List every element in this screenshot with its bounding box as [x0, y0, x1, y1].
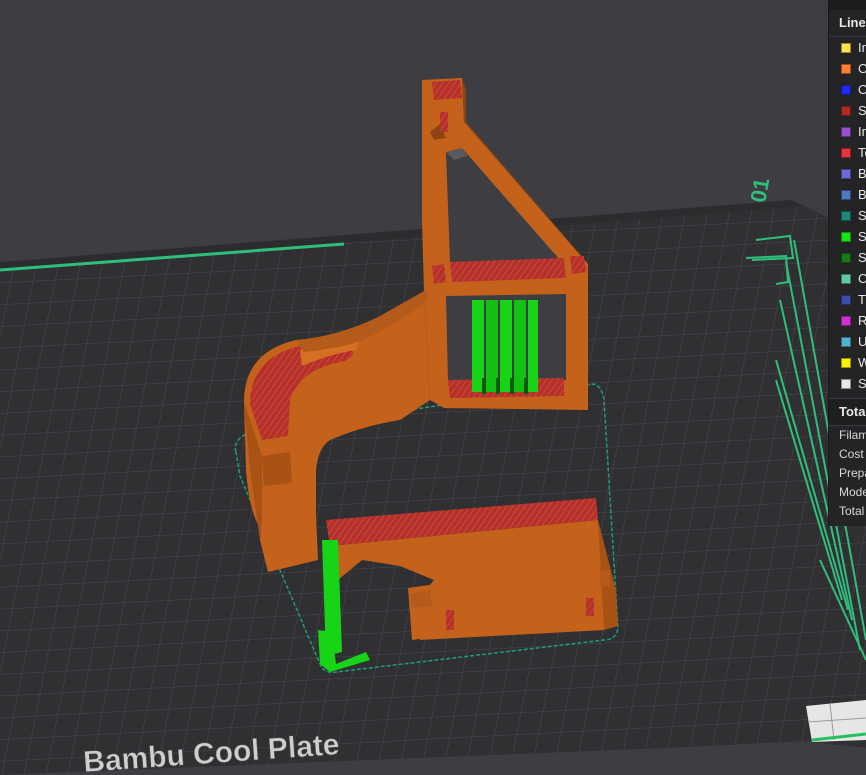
legend-swatch	[841, 63, 851, 74]
legend-swatch	[841, 126, 851, 137]
legend-item[interactable]: Travel	[829, 289, 866, 310]
legend-list: Inner wall Outer wallOverhang wall Sparse …	[829, 37, 866, 394]
legend-item-label: Skirt	[858, 208, 866, 223]
totals-row: Filament	[839, 428, 866, 442]
legend-item-label: Unretract	[858, 331, 866, 352]
totals-row: Prepare time	[839, 466, 866, 480]
panel-top-bar[interactable]	[829, 0, 866, 10]
legend-item-label: Internal solid infill	[858, 124, 866, 139]
legend-header: Line Type	[829, 10, 866, 37]
totals-row: Model printing time	[839, 485, 866, 499]
legend-swatch	[841, 294, 851, 305]
legend-item-label: Overhang wall	[858, 79, 866, 100]
legend-swatch	[841, 147, 851, 158]
legend-item-label: Outer wall	[858, 58, 866, 79]
legend-swatch	[841, 189, 851, 200]
legend-swatch	[841, 210, 851, 221]
legend-item-label: Sparse infill	[858, 103, 866, 118]
legend-swatch	[841, 42, 851, 53]
legend-item[interactable]: Bottom surface	[829, 163, 866, 184]
legend-swatch	[841, 84, 851, 95]
legend-item-label: Custom	[858, 268, 866, 289]
legend-item[interactable]: Inner wall	[829, 37, 866, 58]
legend-item[interactable]: Sparse infill	[829, 100, 866, 121]
legend-swatch	[841, 168, 851, 179]
legend-item-label: Wipe	[858, 352, 866, 373]
legend-swatch	[841, 273, 851, 284]
totals-row: Cost	[839, 447, 864, 461]
legend-item[interactable]: Bridge	[829, 184, 866, 205]
plate-corner-marker	[806, 700, 866, 742]
legend-item[interactable]: Unretract	[829, 331, 866, 352]
legend-item[interactable]: Overhang wall	[829, 79, 866, 100]
legend-swatch	[841, 315, 851, 326]
legend-swatch	[841, 357, 851, 368]
legend-item-label: Retract	[858, 310, 866, 331]
legend-item-label: Bridge	[858, 187, 866, 202]
legend-swatch	[841, 336, 851, 347]
legend-item[interactable]: Support interface	[829, 247, 866, 268]
legend-item-label: Bottom surface	[858, 166, 866, 181]
legend-item[interactable]: Internal solid infill	[829, 121, 866, 142]
legend-item[interactable]: Wipe	[829, 352, 866, 373]
legend-swatch	[841, 231, 851, 242]
legend-swatch	[841, 105, 851, 116]
legend-item-label: Travel	[858, 292, 866, 307]
legend-item[interactable]: Retract	[829, 310, 866, 331]
legend-item-label: Support	[858, 229, 866, 244]
legend-item[interactable]: Support	[829, 226, 866, 247]
plate-number: 01	[745, 176, 774, 204]
totals-list: Filament Cost Prepare time Model printing t…	[829, 426, 866, 521]
legend-item[interactable]: Skirt	[829, 205, 866, 226]
legend-item-label: Top surface	[858, 145, 866, 160]
legend-item[interactable]: Top surface	[829, 142, 866, 163]
legend-item[interactable]: Seams	[829, 373, 866, 394]
legend-item[interactable]: Outer wall	[829, 58, 866, 79]
legend-item-label: Inner wall	[858, 40, 866, 55]
legend-item-label: Seams	[858, 376, 866, 391]
totals-header: Total	[829, 398, 866, 426]
legend-swatch	[841, 252, 851, 263]
legend-panel: Line Type Inner wall Outer wallOverhang w…	[828, 0, 866, 526]
legend-swatch	[841, 378, 851, 389]
legend-item[interactable]: Custom	[829, 268, 866, 289]
3d-viewport[interactable]: 01 Bambu Cool Plate	[0, 0, 866, 775]
totals-row: Total time	[839, 504, 866, 518]
legend-item-label: Support interface	[858, 250, 866, 265]
